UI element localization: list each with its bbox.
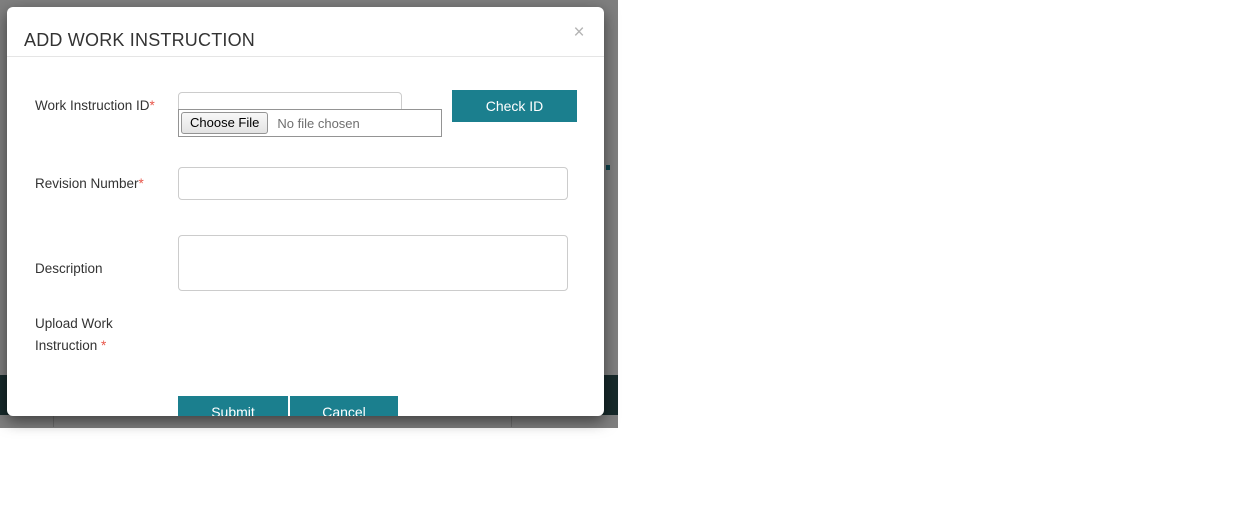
label-work-instruction-id-text: Work Instruction ID [35,98,150,113]
label-description: Description [35,261,103,276]
form-row-description: Description [7,235,604,307]
label-upload-work-instruction: Upload Work Instruction * [35,313,170,357]
add-work-instruction-dialog: ADD WORK INSTRUCTION × Work Instruction … [7,7,604,416]
page-title: ADD WORK INSTRUCTION [24,30,255,50]
label-work-instruction-id: Work Instruction ID* [35,95,165,117]
dialog-actions: Submit Cancel [178,396,398,416]
required-asterisk: * [101,338,107,353]
choose-file-button[interactable]: Choose File [181,112,269,134]
close-icon[interactable]: × [568,22,590,44]
cancel-button[interactable]: Cancel [290,396,398,416]
submit-button[interactable]: Submit [178,396,288,416]
modal-body: Work Instruction ID* Check ID Revision N… [7,57,604,416]
required-asterisk: * [138,176,144,191]
label-revision-number: Revision Number* [35,173,144,195]
check-id-button[interactable]: Check ID [452,90,577,122]
revision-number-input[interactable] [178,167,568,200]
form-row-upload-work-instruction: Upload Work Instruction * [7,305,604,361]
required-asterisk: * [149,98,155,113]
file-upload-control[interactable]: Choose File No file chosen [178,109,442,137]
label-revision-number-text: Revision Number [35,176,139,191]
modal-header: ADD WORK INSTRUCTION × [7,7,604,57]
description-textarea[interactable] [178,235,568,291]
form-row-revision-number: Revision Number* [7,157,604,205]
screen: ADD WORK INSTRUCTION × Work Instruction … [0,0,1242,530]
file-status-text: No file chosen [277,115,360,131]
